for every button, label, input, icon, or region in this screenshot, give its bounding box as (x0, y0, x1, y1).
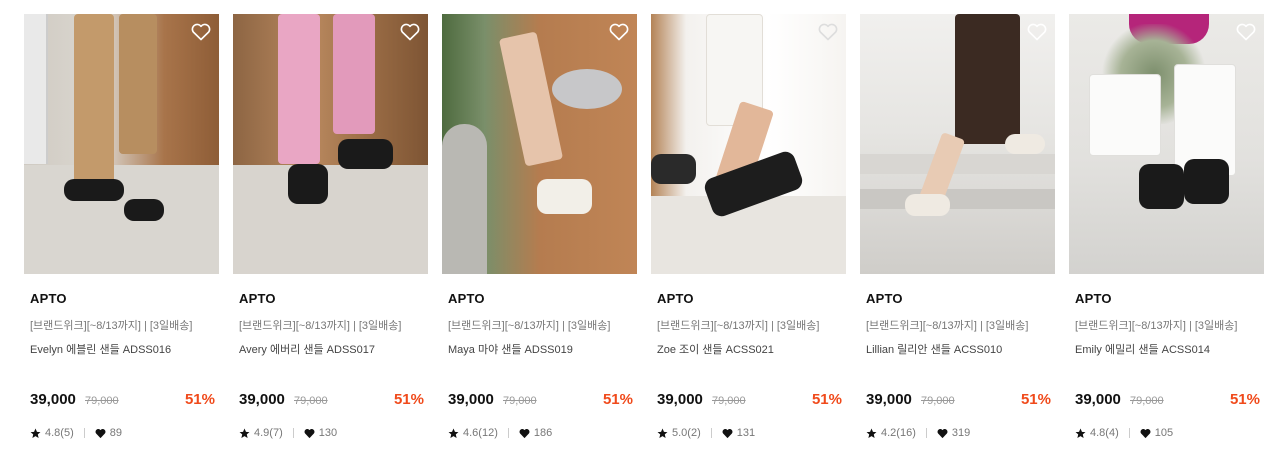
sale-price: 39,000 (239, 391, 285, 408)
product-photo[interactable] (651, 14, 846, 274)
sale-price: 39,000 (448, 391, 494, 408)
product-name[interactable]: Avery 에버리 샌들 ADSS017 (239, 341, 375, 357)
heart-icon (519, 428, 530, 438)
product-grid: APTO [브랜드위크][~8/13까지] | [3일배송] Evelyn 에블… (0, 0, 1281, 471)
rating-value: 4.2(16) (881, 427, 916, 439)
wishlist-heart-icon[interactable] (1027, 23, 1047, 41)
like-count: 130 (318, 427, 338, 439)
promo-tag: [브랜드위크][~8/13까지] | [3일배송] (448, 320, 611, 332)
product-card[interactable]: APTO [브랜드위크][~8/13까지] | [3일배송] Avery 에버리… (233, 14, 428, 454)
discount-rate: 51% (811, 391, 842, 408)
heart-icon (1140, 428, 1151, 438)
divider (1128, 428, 1130, 438)
wishlist-heart-icon[interactable] (191, 23, 211, 41)
review-meta: 4.8(4) 105 (1075, 426, 1173, 440)
original-price: 79,000 (712, 395, 746, 407)
discount-rate: 51% (184, 391, 215, 408)
discount-rate: 51% (1229, 391, 1260, 408)
product-name[interactable]: Evelyn 에블린 샌들 ADSS016 (30, 341, 171, 357)
wishlist-heart-icon[interactable] (400, 23, 420, 41)
heart-icon (304, 428, 315, 438)
rating-value: 5.0(2) (672, 427, 701, 439)
product-photo[interactable] (860, 14, 1055, 274)
like-count: 89 (109, 427, 122, 439)
wishlist-heart-icon[interactable] (1236, 23, 1256, 41)
review-meta: 4.8(5) 89 (30, 426, 122, 440)
discount-rate: 51% (393, 391, 424, 408)
product-name[interactable]: Lillian 릴리안 샌들 ACSS010 (866, 341, 1002, 357)
rating-value: 4.9(7) (254, 427, 283, 439)
wishlist-heart-icon[interactable] (609, 23, 629, 41)
product-photo[interactable] (1069, 14, 1264, 274)
divider (292, 428, 294, 438)
like-count: 131 (736, 427, 756, 439)
star-icon (1075, 428, 1086, 438)
divider (83, 428, 85, 438)
star-icon (448, 428, 459, 438)
wishlist-heart-icon[interactable] (818, 23, 838, 41)
product-name[interactable]: Zoe 조이 샌들 ACSS021 (657, 341, 774, 357)
sale-price: 39,000 (866, 391, 912, 408)
product-card[interactable]: APTO [브랜드위크][~8/13까지] | [3일배송] Emily 에밀리… (1069, 14, 1264, 454)
like-count: 186 (533, 427, 553, 439)
promo-tag: [브랜드위크][~8/13까지] | [3일배송] (866, 320, 1029, 332)
like-count: 319 (951, 427, 971, 439)
like-count: 105 (1154, 427, 1174, 439)
rating-value: 4.6(12) (463, 427, 498, 439)
review-meta: 4.2(16) 319 (866, 426, 970, 440)
discount-rate: 51% (1020, 391, 1051, 408)
rating-value: 4.8(5) (45, 427, 74, 439)
discount-rate: 51% (602, 391, 633, 408)
review-meta: 4.9(7) 130 (239, 426, 337, 440)
star-icon (30, 428, 41, 438)
divider (710, 428, 712, 438)
review-meta: 4.6(12) 186 (448, 426, 552, 440)
product-name[interactable]: Emily 에밀리 샌들 ACSS014 (1075, 341, 1210, 357)
heart-icon (722, 428, 733, 438)
brand-name[interactable]: APTO (239, 291, 276, 306)
brand-name[interactable]: APTO (657, 291, 694, 306)
product-card[interactable]: APTO [브랜드위크][~8/13까지] | [3일배송] Maya 마야 샌… (442, 14, 637, 454)
star-icon (239, 428, 250, 438)
sale-price: 39,000 (657, 391, 703, 408)
original-price: 79,000 (503, 395, 537, 407)
rating-value: 4.8(4) (1090, 427, 1119, 439)
sale-price: 39,000 (1075, 391, 1121, 408)
star-icon (657, 428, 668, 438)
product-photo[interactable] (233, 14, 428, 274)
star-icon (866, 428, 877, 438)
heart-icon (937, 428, 948, 438)
promo-tag: [브랜드위크][~8/13까지] | [3일배송] (239, 320, 402, 332)
product-name[interactable]: Maya 마야 샌들 ADSS019 (448, 341, 573, 357)
brand-name[interactable]: APTO (1075, 291, 1112, 306)
brand-name[interactable]: APTO (448, 291, 485, 306)
original-price: 79,000 (294, 395, 328, 407)
product-card[interactable]: APTO [브랜드위크][~8/13까지] | [3일배송] Evelyn 에블… (24, 14, 219, 454)
sale-price: 39,000 (30, 391, 76, 408)
promo-tag: [브랜드위크][~8/13까지] | [3일배송] (30, 320, 193, 332)
divider (925, 428, 927, 438)
product-card[interactable]: APTO [브랜드위크][~8/13까지] | [3일배송] Zoe 조이 샌들… (651, 14, 846, 454)
product-card[interactable]: APTO [브랜드위크][~8/13까지] | [3일배송] Lillian 릴… (860, 14, 1055, 454)
promo-tag: [브랜드위크][~8/13까지] | [3일배송] (1075, 320, 1238, 332)
review-meta: 5.0(2) 131 (657, 426, 755, 440)
brand-name[interactable]: APTO (866, 291, 903, 306)
brand-name[interactable]: APTO (30, 291, 67, 306)
promo-tag: [브랜드위크][~8/13까지] | [3일배송] (657, 320, 820, 332)
original-price: 79,000 (1130, 395, 1164, 407)
heart-icon (95, 428, 106, 438)
divider (507, 428, 509, 438)
original-price: 79,000 (85, 395, 119, 407)
product-photo[interactable] (442, 14, 637, 274)
original-price: 79,000 (921, 395, 955, 407)
product-photo[interactable] (24, 14, 219, 274)
